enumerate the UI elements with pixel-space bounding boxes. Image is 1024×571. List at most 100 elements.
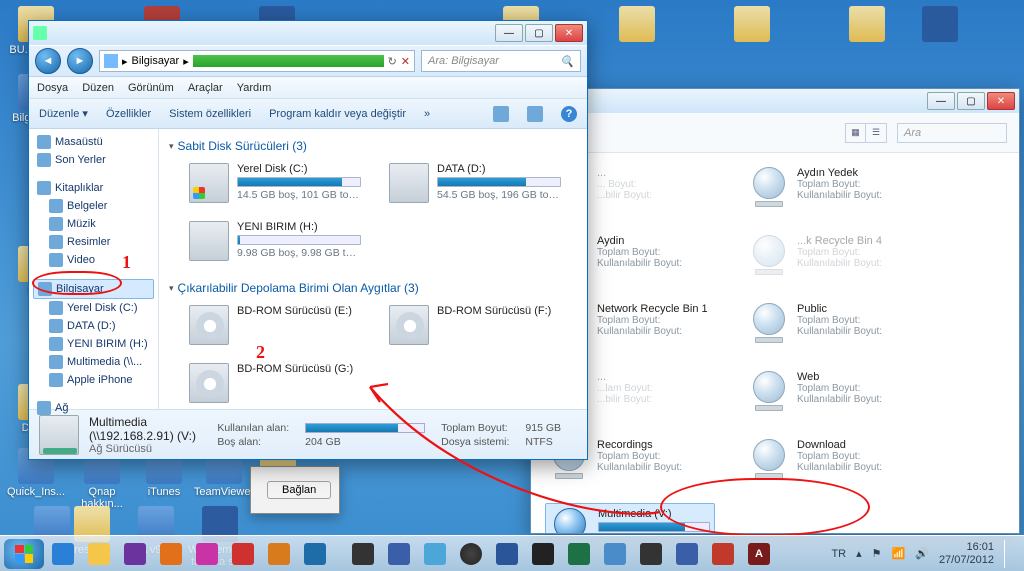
breadcrumb[interactable]: ▸ [183, 55, 189, 68]
menu-help[interactable]: Yardım [237, 82, 272, 94]
nav-item-drive-d[interactable]: DATA (D:) [33, 317, 154, 335]
taskbar-explorer[interactable] [82, 540, 116, 568]
explorer-window[interactable]: — ▢ ✕ ◄ ► ▸ Bilgisayar ▸ ↻ ✕ Ara: Bilgis… [28, 20, 588, 460]
share-item[interactable]: PublicToplam Boyut:Kullanılabilir Boyut: [745, 299, 915, 347]
share-item[interactable]: ...k Recycle Bin 4Toplam Boyut:Kullanıla… [745, 231, 915, 279]
tray-network-icon[interactable]: 📶 [892, 547, 906, 560]
connect-button[interactable]: Bağlan [267, 481, 331, 499]
nav-item-drive-multimedia[interactable]: Multimedia (\\... [33, 353, 154, 371]
menu-edit[interactable]: Düzen [82, 82, 114, 94]
drive-g[interactable]: BD-ROM Sürücüsü (G:) [185, 359, 365, 407]
maximize-button[interactable]: ▢ [525, 24, 553, 42]
start-button[interactable] [4, 539, 44, 569]
show-desktop-button[interactable] [1004, 540, 1012, 568]
taskbar-cmd[interactable] [526, 540, 560, 568]
close-button[interactable]: ✕ [555, 24, 583, 42]
taskbar-app[interactable] [226, 540, 260, 568]
taskbar-word[interactable] [490, 540, 524, 568]
organize-button[interactable]: Düzenle ▾ [39, 107, 88, 120]
drive-e[interactable]: BD-ROM Sürücüsü (E:) [185, 301, 365, 349]
drive-d[interactable]: DATA (D:)54.5 GB boş, 196 GB toplam [385, 159, 565, 207]
share-item[interactable]: DownloadToplam Boyut:Kullanılabilir Boyu… [745, 435, 915, 483]
clock[interactable]: 16:01 27/07/2012 [939, 541, 994, 565]
title-bar[interactable]: — ▢ ✕ [531, 89, 1019, 113]
nav-item-music[interactable]: Müzik [33, 215, 154, 233]
tray-icon[interactable]: ⚑ [872, 547, 882, 560]
menu-tools[interactable]: Araçlar [188, 82, 223, 94]
nav-item-computer[interactable]: Bilgisayar [33, 279, 154, 299]
nav-item-drive-c[interactable]: Yerel Disk (C:) [33, 299, 154, 317]
taskbar-app[interactable] [382, 540, 416, 568]
taskbar-app[interactable] [262, 540, 296, 568]
drive-c[interactable]: Yerel Disk (C:)14.5 GB boş, 101 GB topla… [185, 159, 365, 207]
title-bar[interactable]: — ▢ ✕ [29, 21, 587, 45]
minimize-button[interactable]: — [495, 24, 523, 42]
refresh-icon[interactable]: ↻ [388, 55, 397, 68]
desktop-icon[interactable] [720, 6, 784, 44]
taskbar-app[interactable] [190, 540, 224, 568]
overflow-button[interactable]: » [424, 108, 430, 120]
nav-item-drive-h[interactable]: YENI BIRIM (H:) [33, 335, 154, 353]
taskbar[interactable]: A TR ▴ ⚑ 📶 🔊 16:01 27/07/2012 [0, 535, 1024, 571]
stop-icon[interactable]: ✕ [401, 55, 410, 68]
system-properties-button[interactable]: Sistem özellikleri [169, 108, 251, 120]
taskbar-app[interactable] [598, 540, 632, 568]
taskbar-app[interactable]: A [742, 540, 776, 568]
share-item[interactable]: Aydın YedekToplam Boyut:Kullanılabilir B… [745, 163, 915, 211]
taskbar-app[interactable] [706, 540, 740, 568]
back-button[interactable]: ◄ [35, 48, 61, 74]
search-input[interactable]: Ara: Bilgisayar 🔍 [421, 50, 581, 72]
taskbar-app[interactable] [118, 540, 152, 568]
breadcrumb[interactable]: ▸ [122, 55, 128, 68]
help-icon[interactable]: ? [561, 106, 577, 122]
taskbar-app[interactable] [634, 540, 668, 568]
drive-h[interactable]: YENI BIRIM (H:)9.98 GB boş, 9.98 GB topl… [185, 217, 365, 265]
share-item[interactable]: WebToplam Boyut:Kullanılabilir Boyut: [745, 367, 915, 415]
forward-button[interactable]: ► [67, 48, 93, 74]
nav-item-iphone[interactable]: Apple iPhone [33, 371, 154, 389]
nav-item-libraries[interactable]: Kitaplıklar [33, 179, 154, 197]
view-icons-icon[interactable]: ▦ [846, 124, 866, 142]
view-options-icon[interactable] [493, 106, 509, 122]
desktop-icon[interactable] [908, 6, 972, 44]
uninstall-button[interactable]: Program kaldır veya değiştir [269, 108, 406, 120]
taskbar-itunes[interactable] [454, 540, 488, 568]
taskbar-app[interactable] [418, 540, 452, 568]
search-input[interactable]: Ara [897, 123, 1007, 143]
nav-item-pictures[interactable]: Resimler [33, 233, 154, 251]
properties-button[interactable]: Özellikler [106, 108, 151, 120]
taskbar-app[interactable] [670, 540, 704, 568]
taskbar-excel[interactable] [562, 540, 596, 568]
menu-file[interactable]: Dosya [37, 82, 68, 94]
command-bar[interactable]: Düzenle ▾ Özellikler Sistem özellikleri … [29, 99, 587, 129]
nav-item-video[interactable]: Video [33, 251, 154, 269]
drive-f[interactable]: BD-ROM Sürücüsü (F:) [385, 301, 565, 349]
network-shares-window[interactable]: — ▢ ✕ ▦ ☰ Ara ...... Boyut:...bilir Boyu… [530, 88, 1020, 534]
section-hard-drives[interactable]: Sabit Disk Sürücüleri (3) [169, 133, 577, 155]
taskbar-app[interactable] [298, 540, 332, 568]
taskbar-app[interactable] [154, 540, 188, 568]
view-list-icon[interactable]: ☰ [866, 124, 886, 142]
share-item-multimedia[interactable]: Multimedia (V:) 204 GB / 915 GB boş [545, 503, 715, 533]
nav-item-recent[interactable]: Son Yerler [33, 151, 154, 169]
menu-view[interactable]: Görünüm [128, 82, 174, 94]
connect-dialog[interactable]: Bağlan [250, 466, 340, 514]
close-button[interactable]: ✕ [987, 92, 1015, 110]
nav-pane[interactable]: Masaüstü Son Yerler Kitaplıklar Belgeler… [29, 129, 159, 409]
taskbar-app[interactable] [346, 540, 380, 568]
nav-item-desktop[interactable]: Masaüstü [33, 133, 154, 151]
maximize-button[interactable]: ▢ [957, 92, 985, 110]
tray-up-icon[interactable]: ▴ [856, 547, 862, 560]
search-icon[interactable]: 🔍 [560, 55, 574, 68]
nav-item-documents[interactable]: Belgeler [33, 197, 154, 215]
breadcrumb[interactable]: Bilgisayar [132, 55, 180, 67]
tray-volume-icon[interactable]: 🔊 [915, 547, 929, 560]
view-switcher[interactable]: ▦ ☰ [845, 123, 887, 143]
content-pane[interactable]: Sabit Disk Sürücüleri (3) Yerel Disk (C:… [159, 129, 587, 409]
menu-bar[interactable]: Dosya Düzen Görünüm Araçlar Yardım [29, 77, 587, 99]
minimize-button[interactable]: — [927, 92, 955, 110]
language-indicator[interactable]: TR [831, 548, 846, 560]
desktop-icon[interactable] [835, 6, 899, 44]
preview-pane-icon[interactable] [527, 106, 543, 122]
system-tray[interactable]: TR ▴ ⚑ 📶 🔊 16:01 27/07/2012 [831, 540, 1020, 568]
